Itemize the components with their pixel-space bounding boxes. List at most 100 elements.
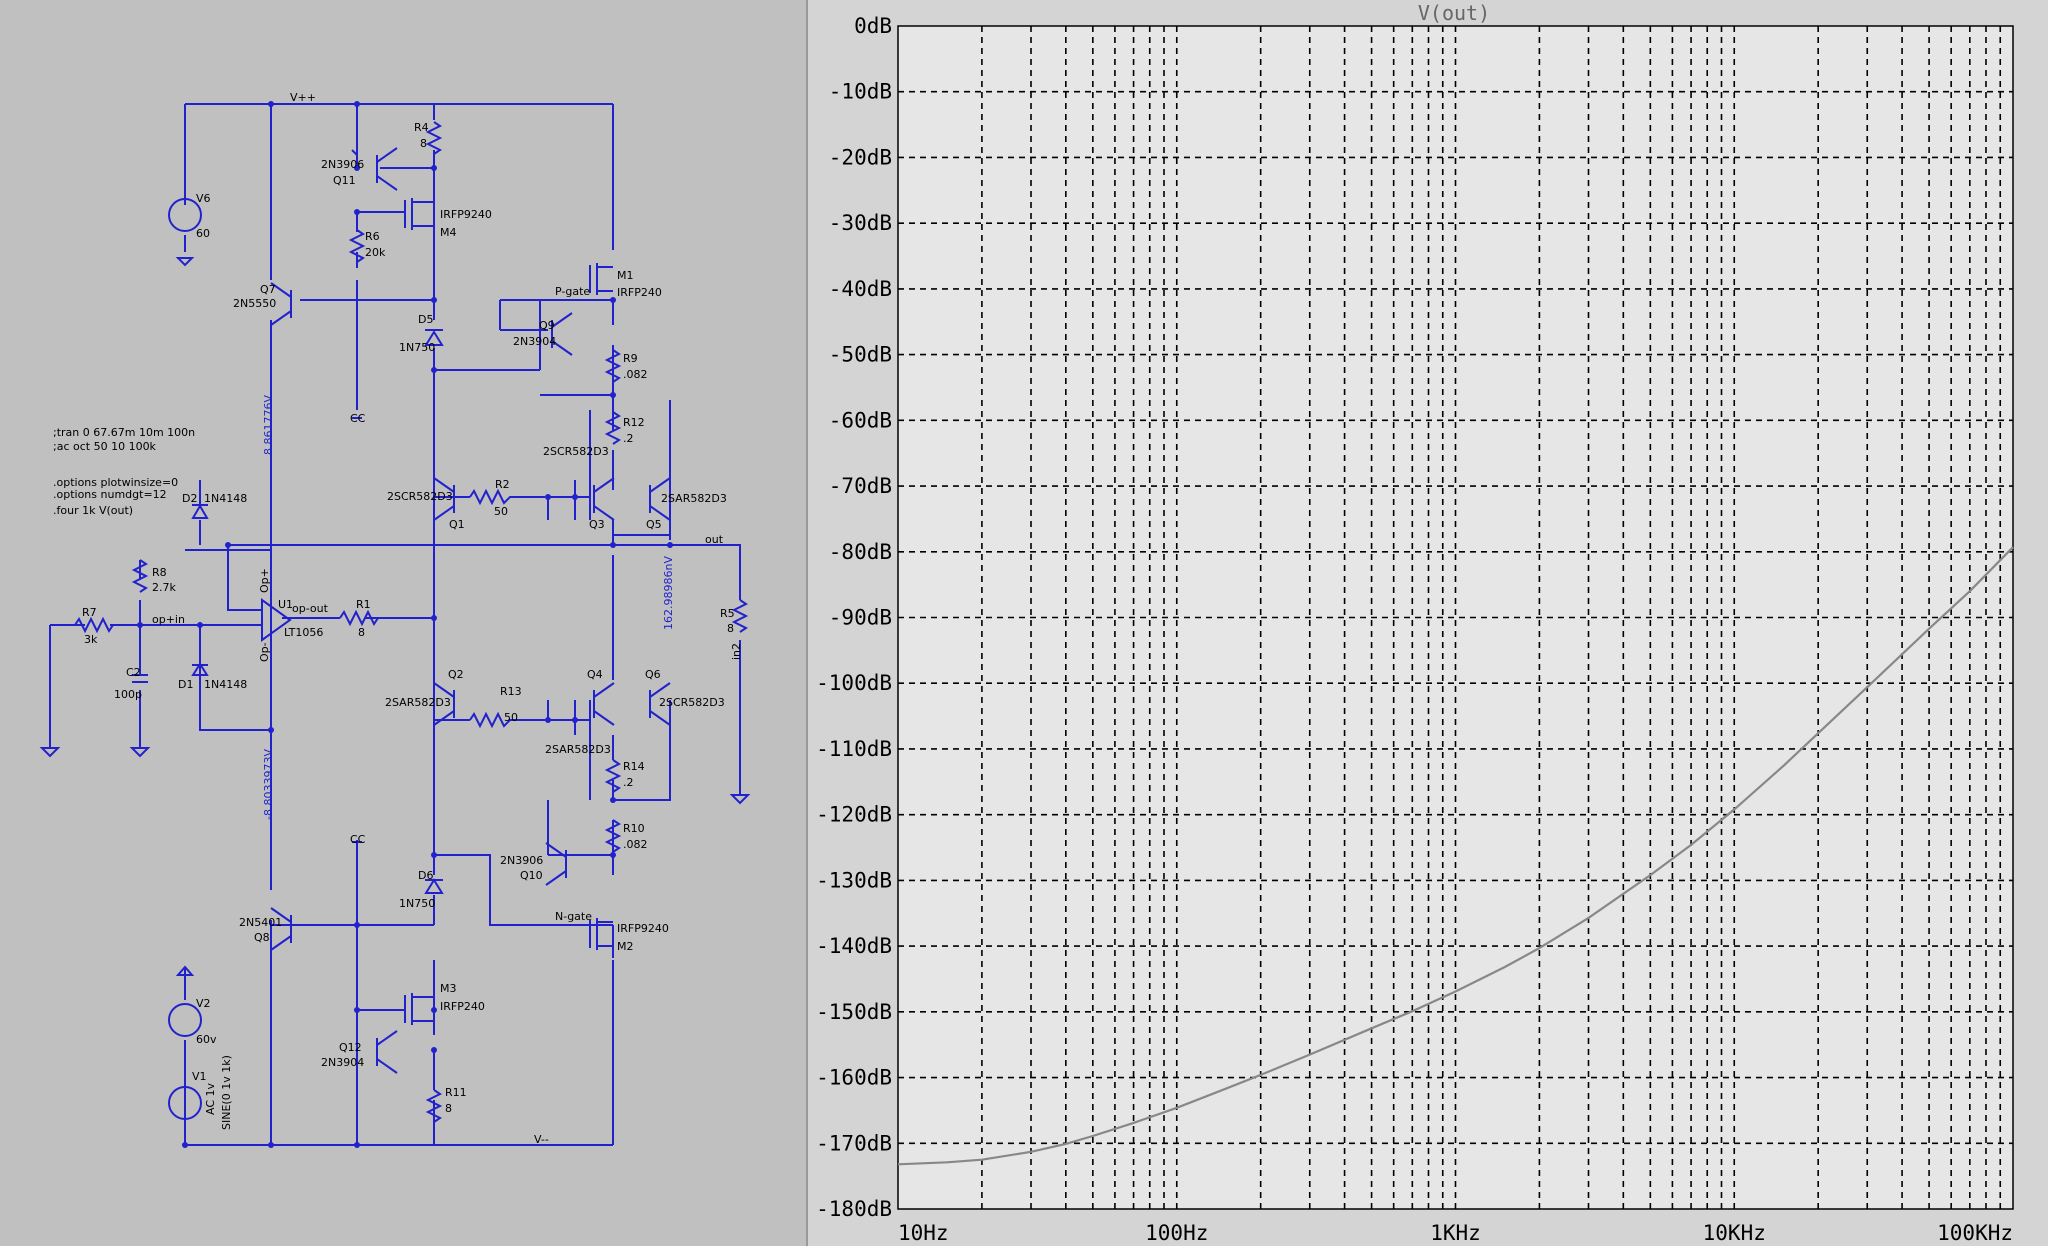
svg-text:60v: 60v: [196, 1033, 217, 1046]
svg-text:2SAR582D3: 2SAR582D3: [385, 696, 451, 709]
svg-text:Q7: Q7: [260, 283, 276, 296]
svg-text:20k: 20k: [365, 246, 386, 259]
svg-text:M4: M4: [440, 226, 457, 239]
x-tick-label: 100KHz: [1937, 1221, 2013, 1245]
y-tick-label: -130dB: [816, 868, 892, 892]
q8-symbol: [270, 907, 292, 951]
svg-text:8: 8: [420, 137, 427, 150]
svg-text:8: 8: [358, 626, 365, 639]
svg-text:Op+: Op+: [258, 568, 271, 593]
y-tick-label: -110dB: [816, 737, 892, 761]
q12-symbol: [376, 1030, 398, 1074]
waveform-viewer-pane[interactable]: 0dB -10dB -20dB -30dB -40dB -50dB -60dB -70dB -8…: [806, 0, 2048, 1246]
svg-text:2N3906: 2N3906: [500, 854, 543, 867]
svg-text:R10: R10: [623, 822, 645, 835]
x-tick-label: 1KHz: [1430, 1221, 1481, 1245]
m1-symbol: [589, 263, 613, 295]
svg-text:.2: .2: [623, 776, 634, 789]
svg-text:2SCR582D3: 2SCR582D3: [387, 490, 453, 503]
svg-text:IRFP240: IRFP240: [440, 1000, 485, 1013]
d2-symbol: [191, 504, 209, 519]
y-tick-label: -90dB: [829, 606, 892, 630]
svg-text:2N3904: 2N3904: [513, 335, 556, 348]
q9-symbol: [551, 312, 573, 356]
waveform-plot[interactable]: 0dB -10dB -20dB -30dB -40dB -50dB -60dB -70dB -8…: [808, 0, 2048, 1246]
svg-text:3k: 3k: [84, 633, 98, 646]
y-tick-label: -10dB: [829, 80, 892, 104]
ground-symbol: [39, 747, 751, 805]
svg-text:D1: D1: [178, 678, 193, 691]
y-tick-label: -100dB: [816, 671, 892, 695]
svg-text:in2: in2: [730, 643, 743, 660]
r4-symbol: [425, 121, 443, 155]
svg-text:AC 1v: AC 1v: [204, 1082, 217, 1115]
svg-text:Q5: Q5: [646, 518, 662, 531]
svg-text:SINE(0 1v 1k): SINE(0 1v 1k): [220, 1055, 233, 1130]
svg-text:P-gate: P-gate: [555, 285, 590, 298]
y-tick-label: -170dB: [816, 1131, 892, 1155]
svg-text:1N4148: 1N4148: [204, 492, 247, 505]
svg-text:R9: R9: [623, 352, 638, 365]
x-tick-label: 100Hz: [1145, 1221, 1208, 1245]
y-tick-label: -80dB: [829, 540, 892, 564]
y-tick-label: -60dB: [829, 408, 892, 432]
svg-text:Q3: Q3: [589, 518, 605, 531]
svg-text:C2: C2: [126, 666, 141, 679]
r5-symbol: [731, 599, 749, 633]
svg-text:2SAR582D3: 2SAR582D3: [661, 492, 727, 505]
svg-text:Q6: Q6: [645, 668, 661, 681]
x-tick-label: 10KHz: [1703, 1221, 1766, 1245]
svg-text:Q1: Q1: [449, 518, 465, 531]
svg-text:M3: M3: [440, 982, 457, 995]
svg-text:R13: R13: [500, 685, 522, 698]
svg-text:1N750: 1N750: [399, 897, 435, 910]
svg-text:V--: V--: [534, 1133, 549, 1146]
m3-symbol: [404, 993, 434, 1025]
svg-text:R6: R6: [365, 230, 380, 243]
svg-text:IRFP9240: IRFP9240: [617, 922, 669, 935]
svg-text:Q10: Q10: [520, 869, 543, 882]
y-tick-label: -70dB: [829, 474, 892, 498]
svg-text:60: 60: [196, 227, 210, 240]
svg-text:1N750: 1N750: [399, 341, 435, 354]
svg-text:2N5550: 2N5550: [233, 297, 276, 310]
svg-text:LT1056: LT1056: [284, 626, 323, 639]
m4-symbol: [404, 198, 434, 230]
y-tick-label: -50dB: [829, 343, 892, 367]
svg-text:IRFP9240: IRFP9240: [440, 208, 492, 221]
svg-text:Q9: Q9: [539, 319, 555, 332]
svg-text:2SCR582D3: 2SCR582D3: [659, 696, 725, 709]
y-tick-label: -180dB: [816, 1197, 892, 1221]
svg-text:.082: .082: [623, 368, 648, 381]
svg-text:Q11: Q11: [333, 174, 356, 187]
q4-symbol: [593, 682, 615, 726]
y-tick-label: -150dB: [816, 1000, 892, 1024]
svg-text:M1: M1: [617, 269, 634, 282]
svg-text:N-gate: N-gate: [555, 910, 592, 923]
svg-text:50: 50: [504, 711, 518, 724]
plot-title[interactable]: V(out): [1418, 1, 1490, 25]
r2-symbol: [469, 488, 520, 506]
y-tick-label: -160dB: [816, 1066, 892, 1090]
svg-text:100p: 100p: [114, 688, 142, 701]
svg-text:-8.8033973V: -8.8033973V: [262, 749, 275, 820]
y-axis-ticks: 0dB -10dB -20dB -30dB -40dB -50dB -60dB -70dB -8…: [816, 14, 892, 1221]
y-tick-label: -140dB: [816, 934, 892, 958]
svg-text:2N3904: 2N3904: [321, 1056, 364, 1069]
svg-text:2N5401: 2N5401: [239, 916, 282, 929]
svg-text:R11: R11: [445, 1086, 467, 1099]
svg-text:V1: V1: [192, 1070, 207, 1083]
svg-text:CC: CC: [350, 412, 366, 425]
schematic-pane[interactable]: V++ V-- out CC CC P-gate N-gate op-out o…: [0, 0, 806, 1246]
svg-text:R7: R7: [82, 606, 97, 619]
svg-text:Q2: Q2: [448, 668, 464, 681]
schematic-canvas[interactable]: V++ V-- out CC CC P-gate N-gate op-out o…: [0, 0, 806, 1246]
svg-text:8: 8: [445, 1102, 452, 1115]
svg-text:D6: D6: [418, 869, 433, 882]
spice-directives[interactable]: ;tran 0 67.67m 10m 100n ;ac oct 50 10 10…: [53, 426, 195, 517]
y-tick-label: 0dB: [854, 14, 892, 38]
svg-text:D5: D5: [418, 313, 433, 326]
svg-text:2SCR582D3: 2SCR582D3: [543, 445, 609, 458]
svg-text:M2: M2: [617, 940, 634, 953]
svg-text:Q12: Q12: [339, 1041, 362, 1054]
